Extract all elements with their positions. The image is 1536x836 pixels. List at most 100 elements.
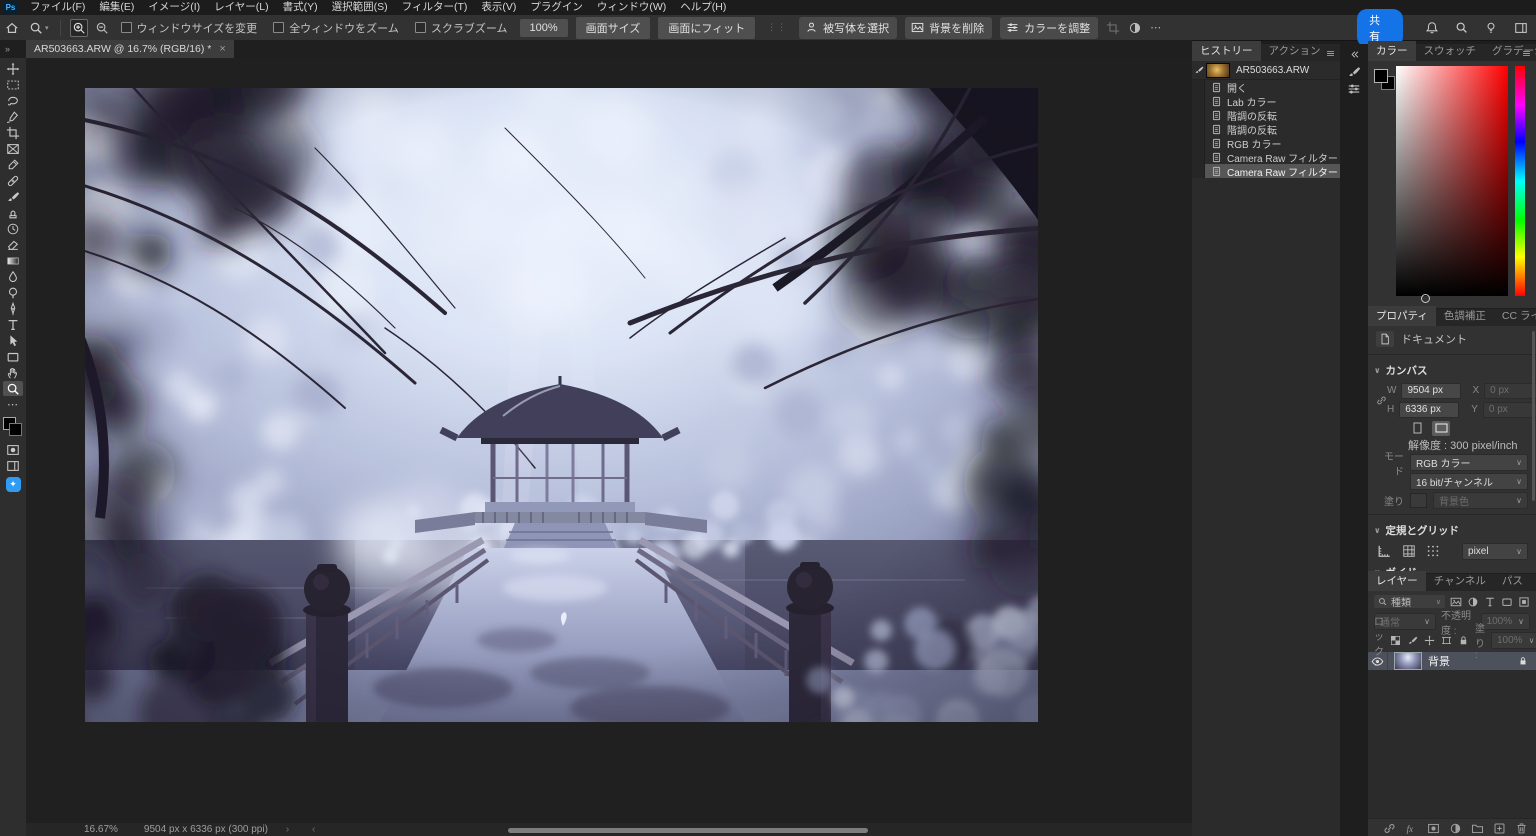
saturation-brightness-field[interactable] bbox=[1396, 66, 1508, 296]
shape-tool[interactable] bbox=[3, 349, 23, 364]
path-selection-tool[interactable] bbox=[3, 333, 23, 348]
history-source-well[interactable] bbox=[1192, 136, 1205, 150]
lasso-tool[interactable] bbox=[3, 93, 23, 108]
horizontal-scrollbar[interactable] bbox=[508, 828, 868, 833]
hand-tool[interactable] bbox=[3, 365, 23, 380]
fit-screen-size-button[interactable]: 画面サイズ bbox=[576, 17, 651, 39]
bit-depth-dropdown[interactable]: 16 bit/チャンネル∨ bbox=[1410, 473, 1528, 490]
scrubby-zoom-checkbox[interactable]: スクラブズーム bbox=[415, 20, 508, 36]
history-step-camera-raw-1[interactable]: Camera Raw フィルター bbox=[1192, 150, 1340, 164]
link-layers-icon[interactable] bbox=[1383, 822, 1396, 835]
tab-color[interactable]: カラー bbox=[1368, 41, 1416, 61]
layer-row-background[interactable]: 背景 bbox=[1368, 652, 1536, 670]
close-icon[interactable]: × bbox=[219, 43, 225, 55]
layer-filter-search[interactable]: 種類 ∨ bbox=[1374, 595, 1445, 608]
color-panel-swatches[interactable] bbox=[1374, 69, 1396, 91]
history-step-camera-raw-2-selected[interactable]: Camera Raw フィルター bbox=[1192, 164, 1340, 178]
canvas-area[interactable] bbox=[26, 58, 1192, 823]
select-subject-button[interactable]: 被写体を選択 bbox=[799, 17, 897, 39]
layer-name[interactable]: 背景 bbox=[1428, 653, 1450, 669]
new-layer-icon[interactable] bbox=[1493, 822, 1506, 835]
panel-menu-icon[interactable] bbox=[1521, 48, 1532, 59]
history-source-well[interactable] bbox=[1192, 80, 1205, 94]
grid-icon[interactable] bbox=[1401, 543, 1417, 559]
pen-tool[interactable] bbox=[3, 301, 23, 316]
layer-thumbnail[interactable] bbox=[1394, 652, 1422, 670]
menu-window[interactable]: ウィンドウ(W) bbox=[590, 0, 673, 15]
add-layer-mask-icon[interactable] bbox=[1427, 822, 1440, 835]
new-group-icon[interactable] bbox=[1471, 822, 1484, 835]
hue-slider[interactable] bbox=[1515, 66, 1525, 296]
new-adjustment-layer-icon[interactable] bbox=[1449, 822, 1462, 835]
adjust-color-button[interactable]: カラーを調整 bbox=[1000, 17, 1098, 39]
adobe-express-badge-icon[interactable]: ✦ bbox=[6, 477, 21, 492]
workspace-icon[interactable] bbox=[1514, 21, 1528, 35]
history-source-well[interactable] bbox=[1192, 94, 1205, 108]
zoom-tool[interactable] bbox=[3, 381, 23, 396]
menu-plugins[interactable]: プラグイン bbox=[523, 0, 590, 15]
menu-select[interactable]: 選択範囲(S) bbox=[325, 0, 395, 15]
menu-image[interactable]: イメージ(I) bbox=[141, 0, 207, 15]
blur-tool[interactable] bbox=[3, 269, 23, 284]
zoom-100-button[interactable]: 100% bbox=[520, 19, 568, 37]
tab-actions[interactable]: アクション bbox=[1261, 41, 1329, 61]
resize-windows-checkbox[interactable]: ウィンドウサイズを変更 bbox=[121, 20, 258, 36]
tab-history[interactable]: ヒストリー bbox=[1192, 41, 1261, 61]
rulers-grid-section-header[interactable]: ∨ 定規とグリッド bbox=[1368, 519, 1536, 541]
foreground-background-swatches[interactable] bbox=[3, 417, 23, 439]
status-nav-arrows[interactable]: › ‹ bbox=[286, 824, 325, 835]
background-color-swatch[interactable] bbox=[9, 423, 22, 436]
fit-on-screen-button[interactable]: 画面にフィット bbox=[658, 17, 755, 39]
menu-view[interactable]: 表示(V) bbox=[474, 0, 523, 15]
zoom-all-windows-checkbox[interactable]: 全ウィンドウをズーム bbox=[273, 20, 399, 36]
notifications-bell-icon[interactable] bbox=[1425, 21, 1439, 35]
filter-smart-objects-icon[interactable] bbox=[1518, 596, 1530, 608]
tab-layers[interactable]: レイヤー bbox=[1368, 571, 1426, 591]
home-icon[interactable] bbox=[5, 21, 19, 35]
screen-mode-button[interactable] bbox=[3, 458, 23, 473]
landscape-orientation-button[interactable] bbox=[1432, 421, 1450, 436]
panel-scrollbar[interactable] bbox=[1532, 331, 1535, 501]
status-zoom-level[interactable]: 16.67% bbox=[84, 824, 118, 835]
history-source-well[interactable] bbox=[1192, 150, 1205, 164]
panel-menu-icon[interactable] bbox=[1325, 48, 1336, 59]
layer-visibility-eye-icon[interactable] bbox=[1368, 652, 1388, 670]
photoshop-logo[interactable]: Ps bbox=[4, 1, 17, 14]
menu-help[interactable]: ヘルプ(H) bbox=[673, 0, 733, 15]
link-dimensions-icon[interactable] bbox=[1376, 381, 1387, 419]
healing-brush-tool[interactable] bbox=[3, 173, 23, 188]
ruler-icon[interactable] bbox=[1376, 543, 1392, 559]
gradient-tool[interactable] bbox=[3, 253, 23, 268]
history-brush-source-icon[interactable] bbox=[1192, 65, 1206, 75]
tab-properties[interactable]: プロパティ bbox=[1368, 306, 1436, 326]
move-tool[interactable] bbox=[3, 61, 23, 76]
history-step-invert-2[interactable]: 階調の反転 bbox=[1192, 122, 1340, 136]
more-options-icon[interactable]: ⋯ bbox=[1149, 20, 1164, 35]
lock-position-icon[interactable] bbox=[1424, 635, 1435, 646]
document-tab[interactable]: AR503663.ARW @ 16.7% (RGB/16) * × bbox=[26, 40, 234, 58]
crop-tool[interactable] bbox=[3, 125, 23, 140]
document-image[interactable] bbox=[85, 88, 1038, 722]
filter-type-layers-icon[interactable] bbox=[1484, 596, 1496, 608]
height-field[interactable]: 6336 px bbox=[1399, 402, 1459, 418]
menu-layer[interactable]: レイヤー(L) bbox=[207, 0, 276, 15]
type-tool[interactable] bbox=[3, 317, 23, 332]
zoom-in-button[interactable] bbox=[70, 19, 88, 37]
delete-layer-icon[interactable] bbox=[1515, 822, 1528, 835]
canvas-section-header[interactable]: ∨ カンバス bbox=[1368, 359, 1536, 381]
quick-selection-tool[interactable] bbox=[3, 109, 23, 124]
edit-toolbar-ellipsis[interactable]: ⋯ bbox=[3, 397, 23, 412]
history-step-invert-1[interactable]: 階調の反転 bbox=[1192, 108, 1340, 122]
frame-tool[interactable] bbox=[3, 141, 23, 156]
brush-tool[interactable] bbox=[3, 189, 23, 204]
lock-artboard-icon[interactable] bbox=[1441, 635, 1452, 646]
adjustment-icon[interactable] bbox=[1127, 20, 1143, 36]
menu-type[interactable]: 書式(Y) bbox=[276, 0, 325, 15]
lock-all-icon[interactable] bbox=[1458, 635, 1469, 646]
color-mode-dropdown[interactable]: RGB カラー∨ bbox=[1410, 454, 1528, 471]
collapse-panels-icon[interactable] bbox=[1349, 46, 1360, 63]
history-step-lab-color[interactable]: Lab カラー bbox=[1192, 94, 1340, 108]
remove-background-button[interactable]: 背景を削除 bbox=[905, 17, 992, 39]
quick-mask-button[interactable] bbox=[3, 442, 23, 457]
tab-cc-libraries[interactable]: CC ライブラリ bbox=[1494, 306, 1536, 326]
